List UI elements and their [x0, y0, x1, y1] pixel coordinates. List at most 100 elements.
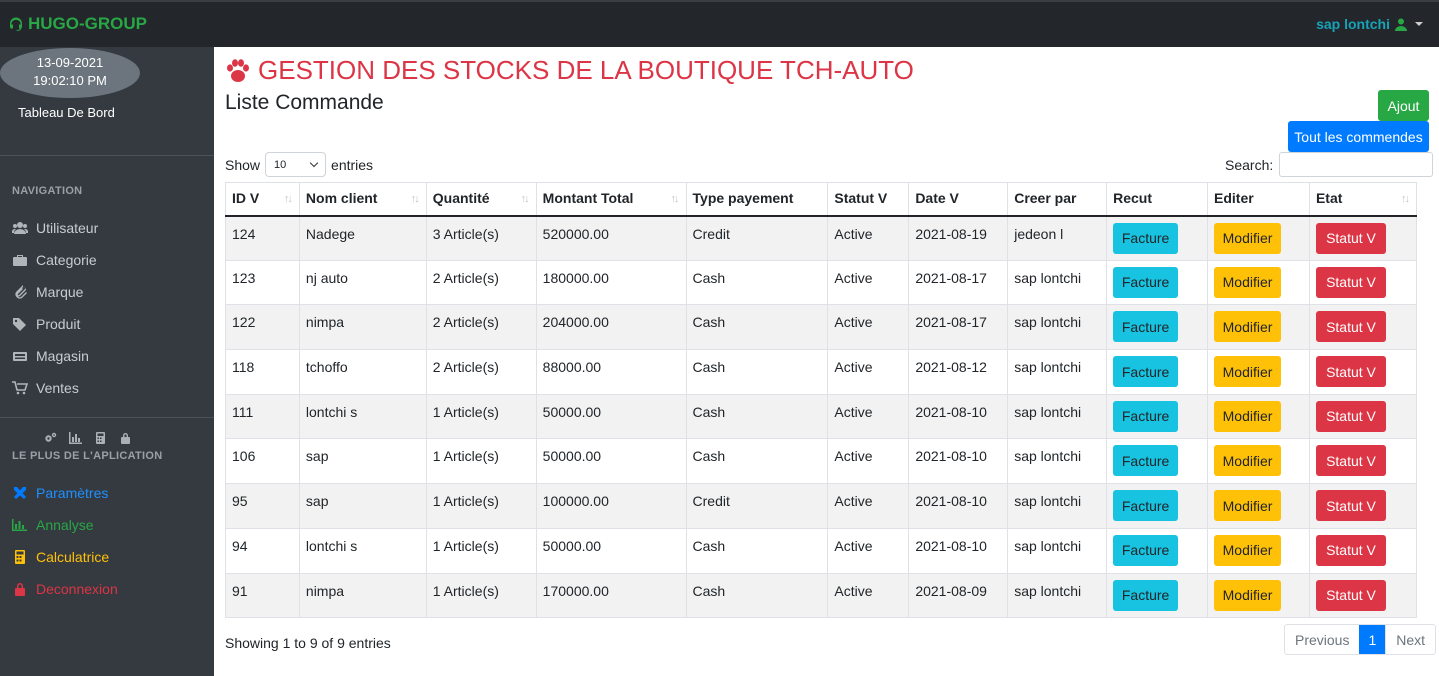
edit-button[interactable]: Modifier [1214, 222, 1282, 254]
invoice-button[interactable]: Facture [1113, 400, 1179, 432]
clock-time: 19:02:10 PM [33, 73, 107, 88]
action-cell: Modifier [1207, 438, 1310, 485]
table-row: 111 lontchi s1 Article(s) 50000.00 Cash Acti… [225, 393, 1418, 440]
table-cell: 1 Article(s) [425, 483, 537, 529]
table-cell: 106 [225, 438, 300, 485]
invoice-button[interactable]: Facture [1113, 311, 1179, 343]
table-cell: 204000.00 [535, 304, 687, 351]
invoice-button[interactable]: Facture [1113, 490, 1179, 522]
action-cell: Statut V [1308, 215, 1418, 261]
table-cell: 170000.00 [535, 572, 687, 619]
table-cell: 2 Article(s) [425, 259, 537, 306]
table-cell: Cash [685, 259, 829, 306]
invoice-button[interactable]: Facture [1113, 534, 1179, 566]
status-button[interactable]: Statut V [1315, 534, 1386, 566]
table-cell: 1 Article(s) [425, 572, 537, 619]
column-header[interactable]: Montant Total ↑↓ [535, 182, 687, 217]
user-menu[interactable]: sap lontchi [1316, 16, 1423, 32]
column-header[interactable]: Type payement [685, 182, 829, 217]
sort-icon: ↑↓ [283, 193, 293, 205]
table-cell: 95 [225, 483, 300, 529]
table-cell: 111 [225, 393, 300, 440]
sidebar: 13-09-2021 19:02:10 PM Tableau De Bord N… [0, 47, 214, 676]
invoice-button[interactable]: Facture [1113, 356, 1179, 388]
brand-logo[interactable]: HUGO-GROUP [8, 14, 147, 34]
action-cell: Facture [1106, 304, 1209, 351]
table-cell: 88000.00 [535, 349, 687, 395]
table-cell: nj auto [298, 259, 427, 306]
sidebar-item-parametres[interactable]: Paramètres [12, 485, 108, 501]
edit-button[interactable]: Modifier [1214, 534, 1282, 566]
table-cell: nimpa [298, 572, 427, 619]
invoice-button[interactable]: Facture [1113, 579, 1179, 611]
column-header[interactable]: Creer par [1007, 182, 1108, 217]
briefcase-icon [13, 255, 27, 266]
table-cell: sap lontchi [1007, 259, 1108, 306]
action-cell: Modifier [1207, 572, 1310, 619]
edit-button[interactable]: Modifier [1214, 445, 1282, 477]
table-row: 91 nimpa 1 Article(s) 170000.00 Cash Active 20… [225, 572, 1418, 619]
column-header[interactable]: Nom client ↑↓ [298, 182, 427, 217]
column-header[interactable]: Etat ↑↓ [1308, 182, 1418, 217]
column-header[interactable]: Statut V [827, 182, 910, 217]
table-cell: Active [827, 483, 910, 529]
status-button[interactable]: Statut V [1315, 579, 1386, 611]
table-row: 124 Nadege 3 Article(s) 520000.00 Credit Acti… [225, 215, 1418, 261]
action-cell: Modifier [1207, 259, 1310, 306]
edit-button[interactable]: Modifier [1214, 490, 1282, 522]
chart-icon [12, 519, 27, 531]
table-cell: 1 Article(s) [425, 527, 537, 574]
status-button[interactable]: Statut V [1315, 356, 1386, 388]
next-page-button[interactable]: Next [1385, 625, 1435, 654]
entries-select[interactable]: 10 [265, 152, 327, 177]
sidebar-item-marque[interactable]: Marque [12, 284, 83, 300]
table-row: 106 sap 1 Article(s) 50000.00 Cash Active 2021… [225, 438, 1418, 485]
invoice-button[interactable]: Facture [1113, 266, 1179, 298]
column-header[interactable]: ID V ↑↓ [225, 182, 300, 217]
pagination: Previous 1 Next [1284, 624, 1437, 655]
table-cell: 50000.00 [535, 393, 687, 440]
sidebar-item-dashboard[interactable]: Tableau De Bord [18, 105, 115, 120]
column-header[interactable]: Date V [908, 182, 1009, 217]
edit-button[interactable]: Modifier [1214, 579, 1282, 611]
status-button[interactable]: Statut V [1315, 445, 1386, 477]
action-cell: Modifier [1207, 483, 1310, 529]
sidebar-item-ventes[interactable]: Ventes [12, 380, 79, 396]
table-cell: 2021-08-10 [908, 438, 1009, 485]
status-button[interactable]: Statut V [1315, 222, 1386, 254]
invoice-button[interactable]: Facture [1113, 222, 1179, 254]
sidebar-item-magasin[interactable]: Magasin [12, 348, 89, 364]
edit-button[interactable]: Modifier [1214, 311, 1282, 343]
page-1-button[interactable]: 1 [1359, 625, 1386, 654]
search-control: Search: [1225, 152, 1434, 177]
edit-button[interactable]: Modifier [1214, 266, 1282, 298]
table-cell: sap lontchi [1007, 349, 1108, 395]
sidebar-item-annalyse[interactable]: Annalyse [12, 517, 94, 533]
sidebar-item-calculatrice[interactable]: Calculatrice [12, 549, 109, 565]
invoice-button[interactable]: Facture [1113, 445, 1179, 477]
sidebar-item-utilisateur[interactable]: Utilisateur [12, 220, 98, 236]
search-input[interactable] [1279, 152, 1434, 177]
column-header-label: Montant Total [542, 190, 634, 206]
column-header[interactable]: Editer [1207, 182, 1310, 217]
edit-button[interactable]: Modifier [1214, 356, 1282, 388]
table-cell: Cash [685, 304, 829, 351]
status-button[interactable]: Statut V [1315, 490, 1386, 522]
sidebar-item-categorie[interactable]: Categorie [12, 252, 97, 268]
chart-icon [69, 432, 82, 444]
status-button[interactable]: Statut V [1315, 400, 1386, 432]
status-button[interactable]: Statut V [1315, 311, 1386, 343]
action-cell: Statut V [1308, 259, 1418, 306]
status-button[interactable]: Statut V [1315, 266, 1386, 298]
table-cell: Cash [685, 393, 829, 440]
column-header[interactable]: Quantité ↑↓ [425, 182, 537, 217]
add-button[interactable]: Ajout [1378, 90, 1429, 121]
column-header[interactable]: Recut [1106, 182, 1209, 217]
sidebar-item-produit[interactable]: Produit [12, 316, 80, 332]
edit-button[interactable]: Modifier [1214, 400, 1282, 432]
all-orders-button[interactable]: Tout les commendes [1288, 121, 1429, 152]
lock-icon [15, 583, 25, 596]
sidebar-item-deconnexion[interactable]: Deconnexion [12, 581, 118, 597]
previous-page-button[interactable]: Previous [1285, 625, 1359, 654]
tools-icon-row [44, 432, 132, 444]
